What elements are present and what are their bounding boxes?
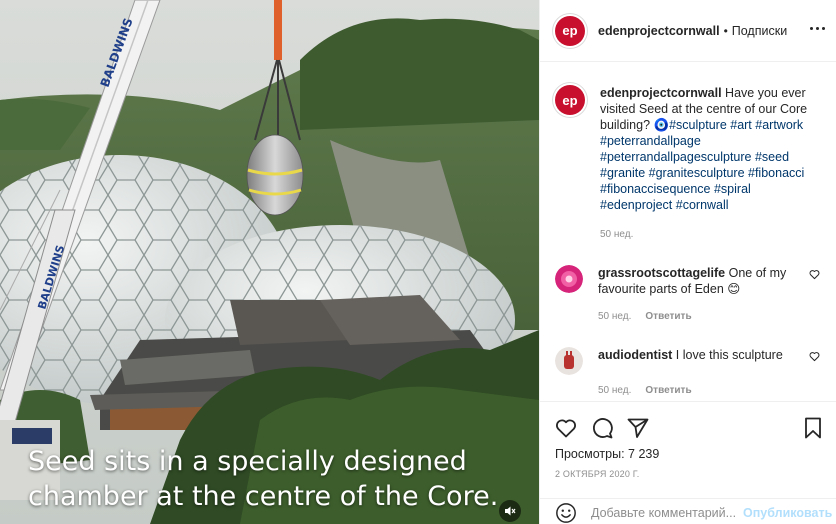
post-side-panel: ep edenprojectcornwall • Подписки ep ede… bbox=[539, 0, 836, 524]
add-comment-bar: Опубликовать bbox=[540, 498, 836, 524]
paper-plane-icon[interactable] bbox=[626, 416, 650, 440]
view-count[interactable]: Просмотры: 7 239 bbox=[555, 447, 659, 461]
comment-time[interactable]: 50 нед. bbox=[598, 309, 631, 325]
comments-list[interactable]: ep edenprojectcornwall Have you ever vis… bbox=[540, 63, 836, 401]
header-separator: • bbox=[723, 23, 728, 38]
more-options-icon[interactable] bbox=[810, 27, 825, 30]
nazar-emoji-icon: 🧿 bbox=[653, 118, 670, 132]
heart-icon[interactable] bbox=[554, 416, 578, 440]
comment-input[interactable] bbox=[591, 505, 739, 520]
post-actions: Просмотры: 7 239 2 ОКТЯБРЯ 2020 Г. Опубл… bbox=[540, 401, 836, 524]
comment-like-heart-icon[interactable] bbox=[809, 351, 820, 362]
comment-item: audiodentist I love this sculpture 50 не… bbox=[555, 347, 822, 399]
comment-like-heart-icon[interactable] bbox=[809, 269, 820, 280]
commenter-avatar[interactable] bbox=[555, 347, 583, 375]
commenter-avatar[interactable] bbox=[555, 265, 583, 293]
post-date[interactable]: 2 ОКТЯБРЯ 2020 Г. bbox=[555, 469, 639, 479]
sound-toggle-button[interactable] bbox=[499, 500, 521, 522]
video-caption: Seed sits in a specially designed chambe… bbox=[28, 444, 528, 514]
post-media[interactable]: BALDWINS BALDWINS Seed sits in a special… bbox=[0, 0, 539, 524]
emoji-picker-icon[interactable] bbox=[555, 502, 577, 524]
comment-item: grassrootscottagelife One of my favourit… bbox=[555, 265, 822, 325]
caption-line-1: Seed sits in a specially designed bbox=[28, 446, 467, 477]
header-username[interactable]: edenprojectcornwall bbox=[598, 24, 720, 38]
caption-hashtags[interactable]: #sculpture #art #artwork #peterrandallpa… bbox=[600, 118, 804, 212]
speaker-muted-icon bbox=[505, 506, 516, 516]
comment-icon[interactable] bbox=[590, 416, 614, 440]
following-button[interactable]: Подписки bbox=[732, 24, 787, 38]
comment-username[interactable]: grassrootscottagelife bbox=[598, 266, 725, 280]
caption-line-2: chamber at the centre of the Core. bbox=[28, 481, 499, 512]
post-header: ep edenprojectcornwall • Подписки bbox=[540, 0, 836, 62]
reply-button[interactable]: Ответить bbox=[645, 383, 691, 399]
caption-avatar[interactable]: ep bbox=[555, 85, 585, 115]
publish-button[interactable]: Опубликовать bbox=[743, 506, 832, 520]
avatar[interactable]: ep bbox=[555, 15, 585, 46]
caption-time[interactable]: 50 нед. bbox=[600, 227, 633, 243]
bookmark-icon[interactable] bbox=[801, 416, 825, 440]
comment-time[interactable]: 50 нед. bbox=[598, 383, 631, 399]
comment-username[interactable]: audiodentist bbox=[598, 348, 672, 362]
smile-emoji-icon: 😊 bbox=[727, 282, 741, 296]
comment-text: I love this sculpture bbox=[675, 348, 783, 362]
post-caption: ep edenprojectcornwall Have you ever vis… bbox=[555, 85, 822, 243]
caption-username[interactable]: edenprojectcornwall bbox=[600, 86, 722, 100]
reply-button[interactable]: Ответить bbox=[645, 309, 691, 325]
